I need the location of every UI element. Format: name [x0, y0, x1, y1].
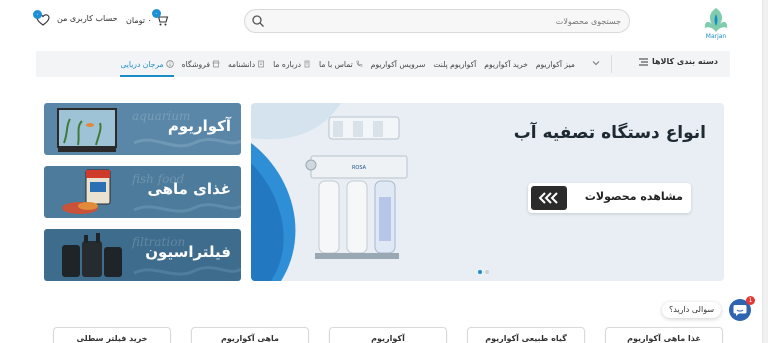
nav-item-about[interactable]: درباره ما: [273, 51, 311, 77]
account-link[interactable]: حساب کاربری من: [57, 14, 118, 23]
slider-dots: [478, 270, 489, 274]
wishlist-count-badge: ۰: [33, 10, 42, 19]
nav-item-aquarium-table[interactable]: میز آکواریوم: [536, 51, 575, 77]
nav-item-contact[interactable]: تماس با ما: [319, 51, 363, 77]
banner-label: غذای ماهی: [147, 180, 231, 198]
banner-filtration[interactable]: filtration فیلتراسیون: [44, 229, 241, 281]
svg-text:ROSA: ROSA: [352, 165, 367, 171]
nav-item-label: میز آکواریوم: [535, 59, 575, 69]
cart-button[interactable]: ۰ تومان ۰: [126, 9, 169, 28]
category-label: غذا ماهی آکواریوم: [627, 334, 701, 343]
site-header: Marjan ۰ تومان ۰ حساب کاربری من ۰: [0, 0, 762, 44]
category-label: ماهی آکواریوم: [220, 334, 280, 343]
nav-items: مرجان دریایی فروشگاه دانشنامه درباره ما …: [120, 51, 575, 77]
nav-item-label: آکواریوم پلنت: [433, 59, 477, 69]
nav-item-aquarium-service[interactable]: سرویس آکواریوم: [371, 51, 426, 77]
search-bar: [244, 9, 630, 33]
nav-item-plant-aquarium[interactable]: آکواریوم پلنت: [433, 51, 476, 77]
slider-dot[interactable]: [485, 270, 489, 274]
category-label: آکواریوم: [371, 334, 405, 343]
slider-dot[interactable]: [478, 270, 482, 274]
water-purifier-image: ROSA: [305, 116, 408, 259]
chevron-down-icon[interactable]: [591, 58, 601, 68]
category-fish-food[interactable]: غذا ماهی آکواریوم: [605, 327, 723, 343]
nav-item-encyclopedia[interactable]: دانشنامه: [228, 51, 265, 77]
menu-icon: [638, 58, 648, 65]
building-icon: [304, 60, 310, 68]
nav-item-shop[interactable]: فروشگاه: [182, 51, 220, 77]
chat-prompt[interactable]: سوالی دارید؟: [662, 302, 722, 318]
categories-menu-button[interactable]: دسته بندی کالاها: [638, 57, 718, 66]
site-logo[interactable]: Marjan: [696, 4, 736, 40]
category-natural-plants[interactable]: گیاه طبیعی آکواریوم: [467, 327, 585, 343]
store-icon: [212, 60, 220, 68]
arrows-left-icon: [531, 186, 567, 210]
view-products-button[interactable]: مشاهده محصولات: [528, 183, 691, 213]
svg-text:Marjan: Marjan: [706, 33, 727, 40]
search-input[interactable]: [281, 13, 621, 29]
hero-title: انواع دستگاه تصفیه آب: [513, 123, 706, 143]
wishlist-button[interactable]: ۰: [33, 10, 50, 27]
nav-item-label: دانشنامه: [227, 59, 256, 69]
category-canister-filter[interactable]: خرید فیلتر سطلی: [53, 327, 171, 343]
nav-item-label: تماس با ما: [319, 59, 353, 69]
nav-divider: [611, 55, 612, 73]
book-icon: [258, 60, 264, 68]
banner-fish-food[interactable]: fish food غذای ماهی: [44, 166, 241, 218]
info-icon: [165, 60, 174, 68]
banner-aquarium[interactable]: aquarium آکواریوم: [44, 103, 241, 155]
chat-notification-badge: 1: [746, 296, 755, 305]
cart-count-badge: ۰: [151, 9, 161, 18]
main-navigation: دسته بندی کالاها مرجان دریایی فروشگاه دا…: [36, 51, 730, 77]
category-aquarium[interactable]: آکواریوم: [329, 327, 447, 343]
category-label: گیاه طبیعی آکواریوم: [485, 334, 567, 343]
nav-item-marjan[interactable]: مرجان دریایی: [120, 51, 174, 77]
cart-total: ۰ تومان: [126, 15, 152, 25]
phone-icon: [356, 60, 363, 67]
banner-label: آکواریوم: [167, 117, 231, 135]
search-icon[interactable]: [251, 14, 265, 28]
hero-slider[interactable]: ROSA انواع دستگاه تصفیه آب مشاهده محصولا…: [251, 103, 724, 281]
page-scrollbar[interactable]: [762, 0, 768, 343]
nav-item-label: خرید آکواریوم: [484, 59, 528, 69]
nav-item-label: سرویس آکواریوم: [370, 59, 426, 69]
nav-item-buy-aquarium[interactable]: خرید آکواریوم: [484, 51, 528, 77]
banner-label: فیلتراسیون: [145, 243, 231, 261]
categories-label: دسته بندی کالاها: [651, 57, 718, 66]
view-products-label: مشاهده محصولات: [584, 190, 683, 203]
category-label: خرید فیلتر سطلی: [76, 334, 148, 343]
nav-item-label: درباره ما: [273, 59, 302, 69]
nav-item-label: فروشگاه: [181, 59, 210, 69]
category-aquarium-fish[interactable]: ماهی آکواریوم: [191, 327, 309, 343]
nav-item-label: مرجان دریایی: [120, 59, 164, 69]
